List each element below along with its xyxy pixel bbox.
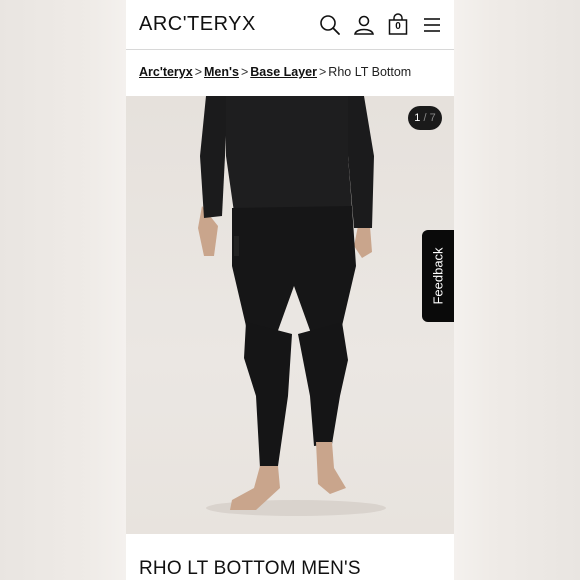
site-header: ARC'TERYX 0 [126,0,454,50]
brand-logo[interactable]: ARC'TERYX [139,13,256,36]
image-counter: 1 / 7 [408,106,442,130]
breadcrumb-separator: > [240,65,249,79]
breadcrumb-link-mens[interactable]: Men's [204,65,239,79]
background-right [454,0,580,580]
image-counter-current: 1 [414,112,421,124]
breadcrumb-separator: > [194,65,203,79]
image-counter-divider: / [423,112,427,124]
account-icon[interactable] [352,13,376,37]
menu-icon[interactable] [420,13,444,37]
product-photo-model [198,96,386,516]
cart-count: 0 [395,21,401,32]
image-counter-total: 7 [429,112,436,124]
product-title: RHO LT BOTTOM MEN'S [139,558,361,579]
cart-button[interactable]: 0 [386,13,410,37]
feedback-tab[interactable]: Feedback [422,230,454,322]
feedback-label: Feedback [430,247,446,305]
background-left [0,0,126,580]
breadcrumb-current: Rho LT Bottom [328,65,412,79]
mobile-page: ARC'TERYX 0 Arc'teryx > Men's > Base Layer > R… [126,0,454,580]
breadcrumb: Arc'teryx > Men's > Base Layer > Rho LT Bottom [139,65,411,79]
product-image[interactable] [126,96,454,534]
breadcrumb-link-arcteryx[interactable]: Arc'teryx [139,65,193,79]
breadcrumb-separator: > [318,65,327,79]
search-icon[interactable] [318,13,342,37]
breadcrumb-link-base-layer[interactable]: Base Layer [250,65,317,79]
